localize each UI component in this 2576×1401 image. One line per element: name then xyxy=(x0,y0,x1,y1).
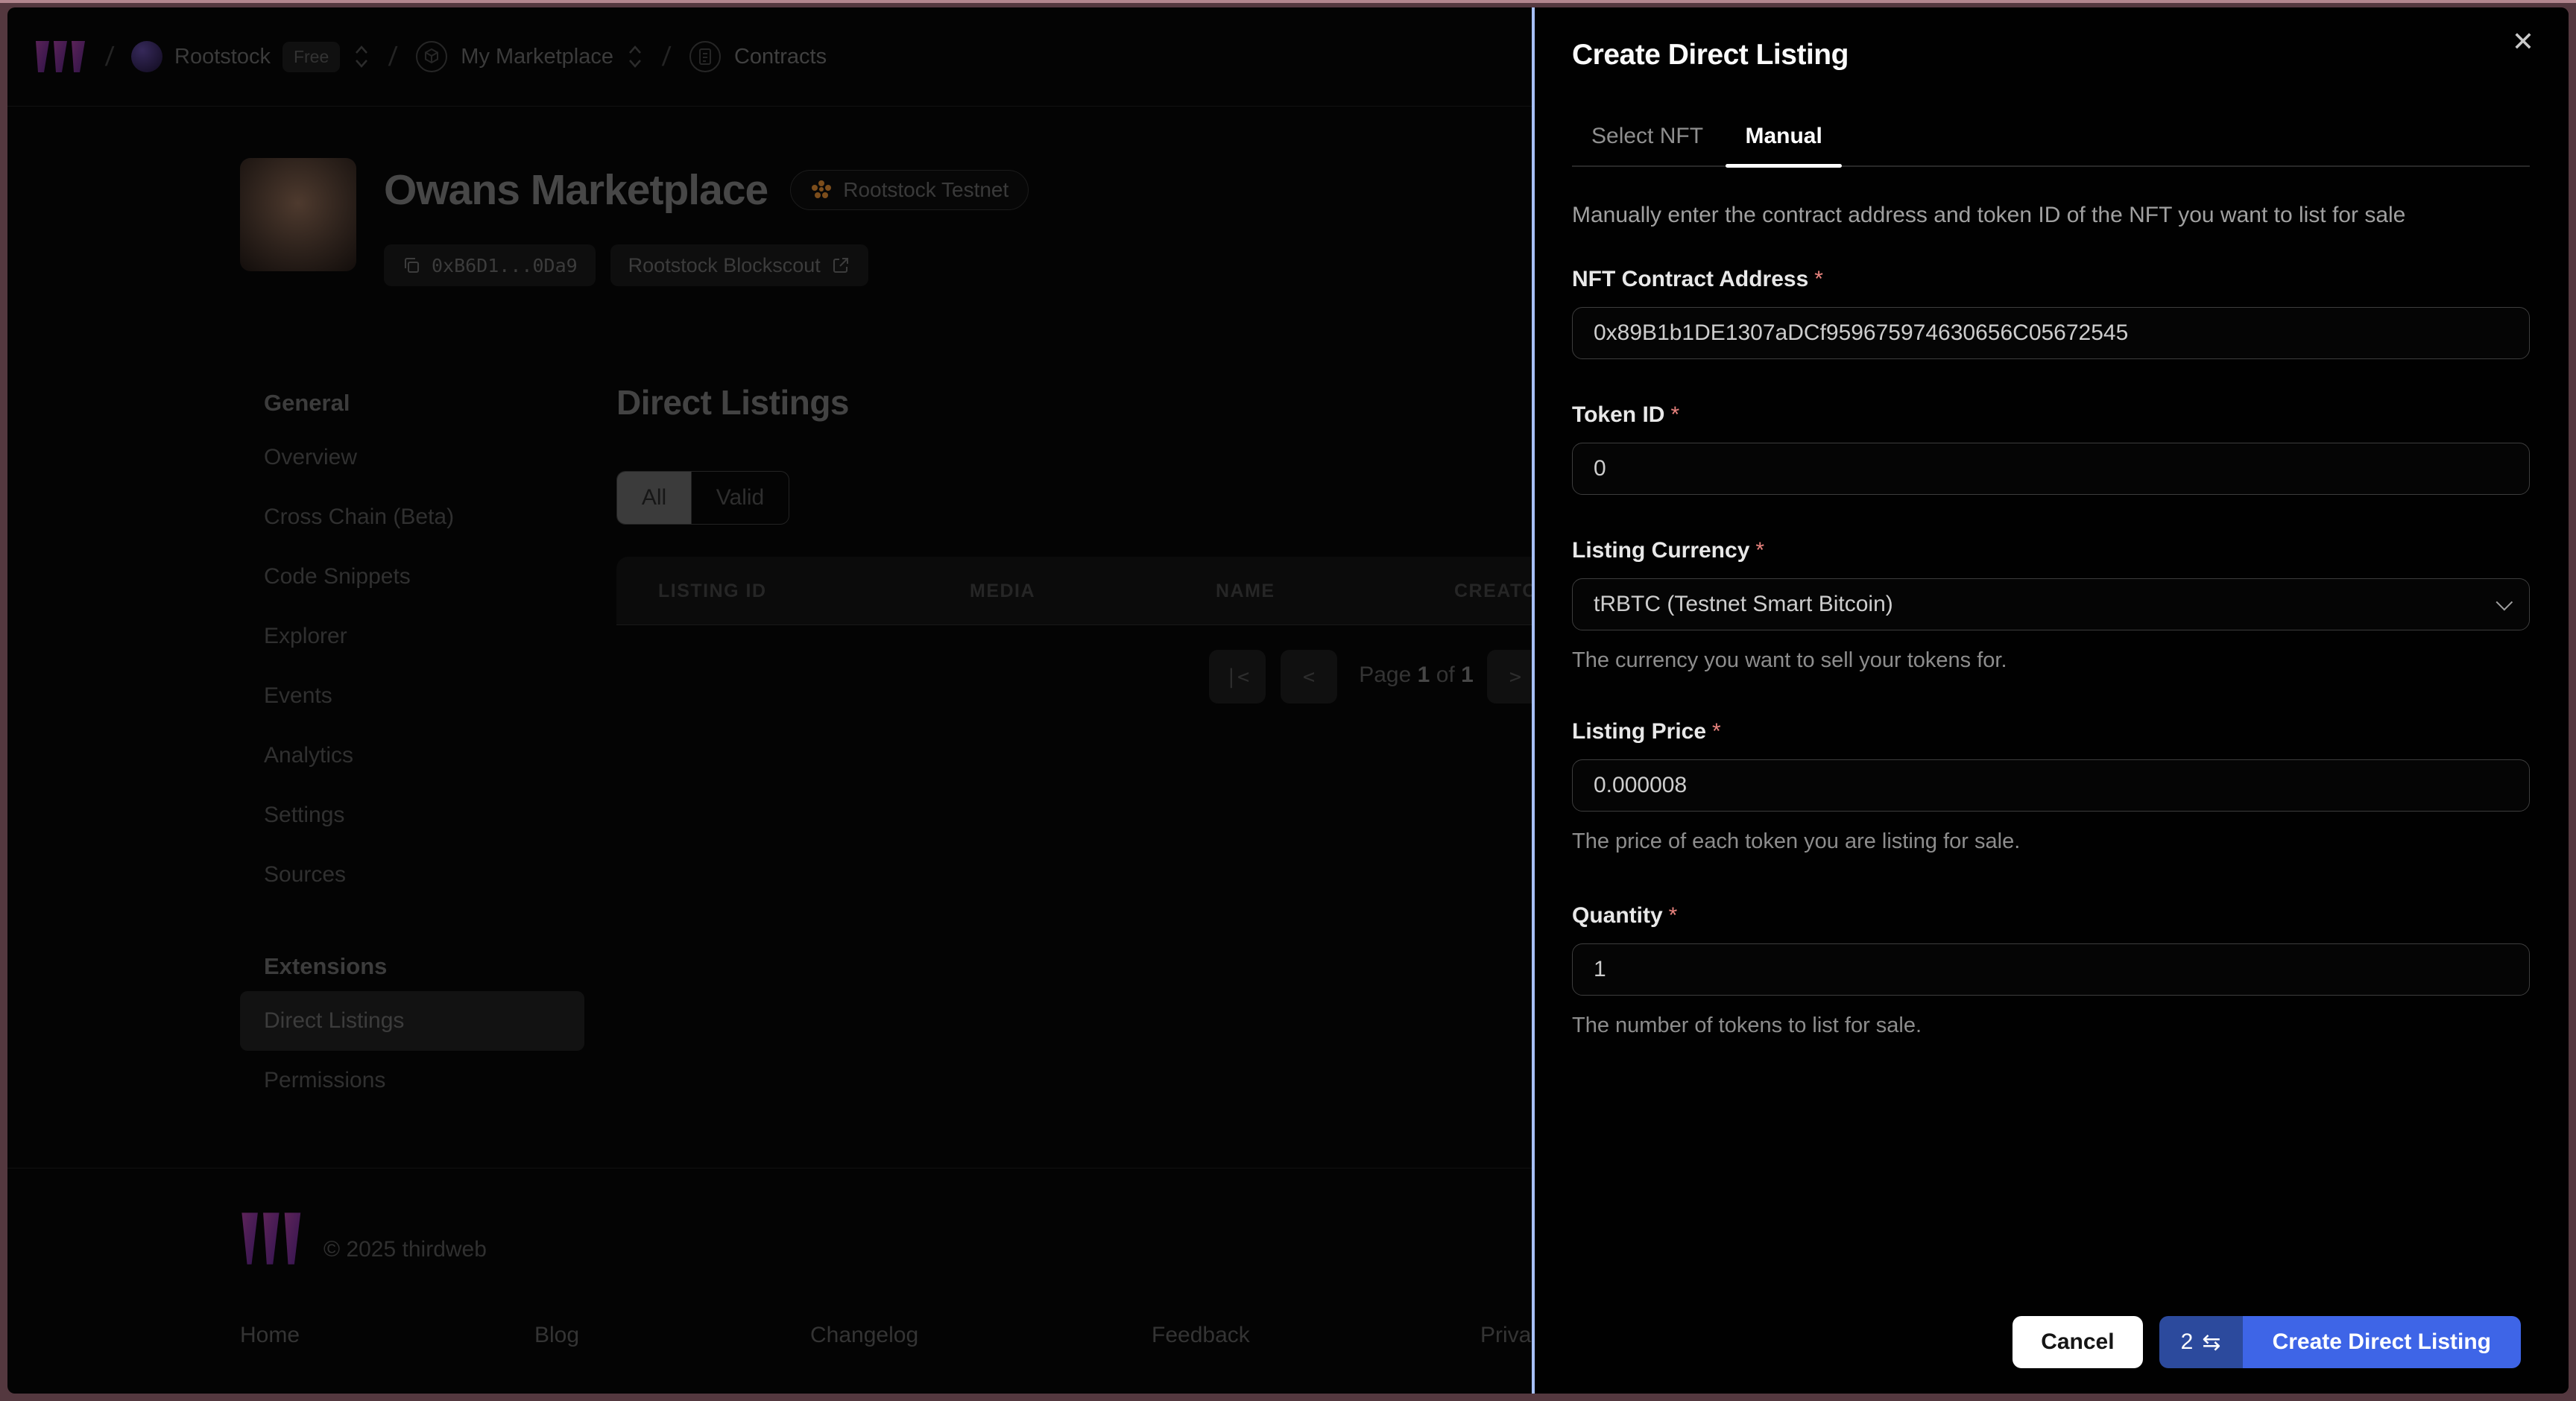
sidebar-item-code-snippets[interactable]: Code Snippets xyxy=(240,547,584,607)
required-asterisk: * xyxy=(1755,538,1765,563)
footer-copyright: © 2025 thirdweb xyxy=(323,1237,487,1262)
quantity-helper: The number of tokens to list for sale. xyxy=(1572,1013,1922,1037)
column-name: NAME xyxy=(1216,581,1275,601)
listing-price-label: Listing Price * xyxy=(1572,719,1721,744)
org-avatar xyxy=(131,41,163,72)
org-switcher[interactable]: Rootstock Free xyxy=(131,41,371,72)
breadcrumb-separator: / xyxy=(104,41,116,72)
column-listing-id: LISTING ID xyxy=(658,581,767,601)
window-frame: / Rootstock Free / My Marketplace / Cont… xyxy=(0,0,2576,1401)
plan-badge: Free xyxy=(282,41,341,72)
required-asterisk: * xyxy=(1670,402,1680,427)
section-name: Contracts xyxy=(733,44,827,69)
app-screen: / Rootstock Free / My Marketplace / Cont… xyxy=(7,7,2569,1394)
contract-address-label: NFT Contract Address * xyxy=(1572,267,1823,291)
breadcrumb-contracts[interactable]: Contracts xyxy=(688,39,827,74)
drawer-description: Manually enter the contract address and … xyxy=(1572,203,2406,227)
contract-address-label: 0xB6D1...0Da9 xyxy=(432,254,578,276)
swap-arrows-icon: ⇆ xyxy=(2202,1329,2221,1355)
column-media: MEDIA xyxy=(970,581,1036,601)
listing-currency-value: tRBTC (Testnet Smart Bitcoin) xyxy=(1594,592,1893,616)
breadcrumb-separator: / xyxy=(660,41,672,72)
network-badge-label: Rootstock Testnet xyxy=(843,178,1009,201)
submit-button-group: 2 ⇆ Create Direct Listing xyxy=(2159,1316,2521,1368)
drawer-tabbar: Select NFT Manual xyxy=(1572,112,2530,168)
footer-thirdweb-logo[interactable] xyxy=(240,1209,304,1272)
filter-tab-valid[interactable]: Valid xyxy=(691,472,789,524)
copy-icon xyxy=(405,258,419,273)
drawer-title: Create Direct Listing xyxy=(1572,39,1849,71)
contract-sidebar: General Overview Cross Chain (Beta) Code… xyxy=(240,379,584,1110)
sidebar-item-explorer[interactable]: Explorer xyxy=(240,607,584,666)
section-heading: Direct Listings xyxy=(616,383,850,422)
sidebar-item-direct-listings[interactable]: Direct Listings xyxy=(240,991,584,1051)
sidebar-heading-extensions: Extensions xyxy=(264,953,388,979)
contract-address-input[interactable] xyxy=(1572,307,2530,359)
close-icon[interactable]: ✕ xyxy=(2512,28,2534,55)
sidebar-item-overview[interactable]: Overview xyxy=(240,428,584,487)
sidebar-item-cross-chain[interactable]: Cross Chain (Beta) xyxy=(240,487,584,547)
sidebar-item-events[interactable]: Events xyxy=(240,666,584,726)
token-id-label: Token ID * xyxy=(1572,402,1680,427)
sidebar-item-permissions[interactable]: Permissions xyxy=(240,1051,584,1110)
create-direct-listing-button[interactable]: Create Direct Listing xyxy=(2242,1316,2521,1368)
sidebar-item-settings[interactable]: Settings xyxy=(240,785,584,845)
org-name: Rootstock xyxy=(174,44,271,69)
pagination-first-button[interactable]: |< xyxy=(1209,650,1266,703)
filter-tab-all[interactable]: All xyxy=(617,472,691,524)
listings-table: LISTING ID MEDIA NAME CREATOR xyxy=(616,557,1579,625)
listing-price-helper: The price of each token you are listing … xyxy=(1572,829,2021,853)
transaction-count: 2 xyxy=(2180,1329,2194,1354)
token-id-input[interactable] xyxy=(1572,443,2530,495)
rootstock-icon xyxy=(812,180,832,198)
listings-filter: All Valid xyxy=(616,471,789,525)
required-asterisk: * xyxy=(1814,267,1823,291)
sidebar-item-sources[interactable]: Sources xyxy=(240,845,584,905)
listing-currency-label: Listing Currency * xyxy=(1572,538,1765,563)
project-switcher[interactable]: My Marketplace xyxy=(414,39,645,74)
transaction-count-badge[interactable]: 2 ⇆ xyxy=(2159,1316,2243,1368)
marketplace-avatar xyxy=(240,158,356,271)
page-title: Owans Marketplace xyxy=(384,166,768,214)
listing-price-input[interactable] xyxy=(1572,759,2530,812)
tab-manual[interactable]: Manual xyxy=(1726,112,1843,168)
sidebar-item-analytics[interactable]: Analytics xyxy=(240,726,584,785)
listing-currency-select[interactable]: tRBTC (Testnet Smart Bitcoin) xyxy=(1572,578,2530,630)
unfold-chevrons-icon[interactable] xyxy=(352,44,371,69)
network-badge: Rootstock Testnet xyxy=(790,170,1029,210)
explorer-link-pill[interactable]: Rootstock Blockscout xyxy=(610,244,868,286)
unfold-chevrons-icon[interactable] xyxy=(625,44,645,69)
thirdweb-logo[interactable] xyxy=(34,39,88,74)
footer-link-home[interactable]: Home xyxy=(240,1323,300,1348)
quantity-label: Quantity * xyxy=(1572,903,1678,928)
pagination-label: Page 1 of 1 xyxy=(1359,662,1474,687)
external-link-icon xyxy=(833,258,848,273)
drawer-footer: Cancel 2 ⇆ Create Direct Listing xyxy=(2012,1316,2521,1368)
sidebar-heading-general: General xyxy=(264,390,350,416)
explorer-link-label: Rootstock Blockscout xyxy=(628,253,821,276)
required-asterisk: * xyxy=(1668,903,1678,928)
footer-link-changelog[interactable]: Changelog xyxy=(810,1323,918,1348)
create-direct-listing-drawer: ✕ Create Direct Listing Select NFT Manua… xyxy=(1532,7,2569,1394)
tab-select-nft[interactable]: Select NFT xyxy=(1572,112,1723,165)
breadcrumb-separator: / xyxy=(388,41,399,72)
contract-doc-icon xyxy=(688,39,722,74)
footer-link-blog[interactable]: Blog xyxy=(534,1323,579,1348)
cancel-button[interactable]: Cancel xyxy=(2012,1316,2143,1368)
chevron-down-icon xyxy=(2496,593,2513,611)
contract-address-pill[interactable]: 0xB6D1...0Da9 xyxy=(384,244,596,286)
required-asterisk: * xyxy=(1712,719,1721,744)
listing-currency-helper: The currency you want to sell your token… xyxy=(1572,648,2007,672)
quantity-input[interactable] xyxy=(1572,943,2530,996)
cube-icon xyxy=(414,39,449,74)
project-name: My Marketplace xyxy=(461,44,613,69)
footer-link-feedback[interactable]: Feedback xyxy=(1152,1323,1250,1348)
pagination-prev-button[interactable]: < xyxy=(1281,650,1337,703)
